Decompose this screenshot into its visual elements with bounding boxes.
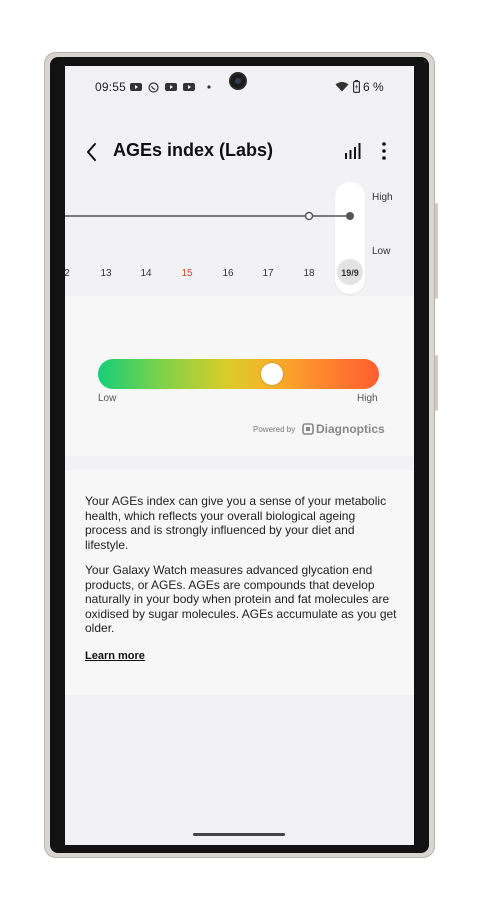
home-indicator[interactable] xyxy=(193,833,285,836)
dot-icon xyxy=(207,85,211,89)
data-point-selected xyxy=(346,212,354,220)
description-paragraph-1: Your AGEs index can give you a sense of … xyxy=(85,494,387,552)
status-time: 09:55 xyxy=(95,80,127,94)
data-point-18 xyxy=(304,211,314,221)
powered-by-label: Powered by xyxy=(253,425,296,434)
app-header: AGEs index (Labs) xyxy=(65,132,414,172)
volume-button xyxy=(435,203,438,299)
gauge-low-label: Low xyxy=(98,393,117,404)
bar-chart-icon[interactable] xyxy=(344,142,362,160)
description-paragraph-2: Your Galaxy Watch measures advanced glyc… xyxy=(85,563,397,635)
chevron-left-icon[interactable] xyxy=(81,140,103,164)
learn-more-link[interactable]: Learn more xyxy=(85,650,145,662)
axis-high-label: High xyxy=(372,192,393,203)
day-label[interactable]: 13 xyxy=(94,268,118,279)
youtube-icon xyxy=(183,83,195,91)
day-label[interactable]: 18 xyxy=(297,268,321,279)
axis-low-label: Low xyxy=(372,246,391,257)
day-label[interactable]: 17 xyxy=(256,268,280,279)
diagnoptics-logo-icon xyxy=(302,423,314,435)
day-label-highlighted[interactable]: 15 xyxy=(175,268,199,279)
battery-icon xyxy=(353,80,360,93)
wifi-icon xyxy=(335,82,349,92)
status-bar: 09:55 6 % xyxy=(65,66,414,110)
gauge-card: Low High Powered by Diagnoptics xyxy=(65,296,414,456)
gauge-high-label: High xyxy=(357,393,378,404)
selected-day-label[interactable]: 19/9 xyxy=(335,268,365,278)
brand-name: Diagnoptics xyxy=(316,422,385,436)
trend-graph[interactable]: High Low 2 13 14 15 16 17 18 19/9 xyxy=(65,176,414,296)
whatsapp-icon xyxy=(148,82,159,93)
youtube-icon xyxy=(165,83,177,91)
front-camera xyxy=(231,74,245,88)
youtube-icon xyxy=(130,83,142,91)
ages-gauge-bar xyxy=(98,359,379,389)
screen: 09:55 6 % AGEs index (Labs) High Low 2 1… xyxy=(65,66,414,845)
page-title: AGEs index (Labs) xyxy=(113,140,274,160)
battery-percent: 6 % xyxy=(363,80,384,94)
description-card: Your AGEs index can give you a sense of … xyxy=(65,470,414,695)
power-button xyxy=(435,355,438,411)
day-label[interactable]: 16 xyxy=(216,268,240,279)
more-vertical-icon[interactable] xyxy=(376,140,392,162)
day-label[interactable]: 14 xyxy=(134,268,158,279)
day-label[interactable]: 2 xyxy=(65,268,79,279)
